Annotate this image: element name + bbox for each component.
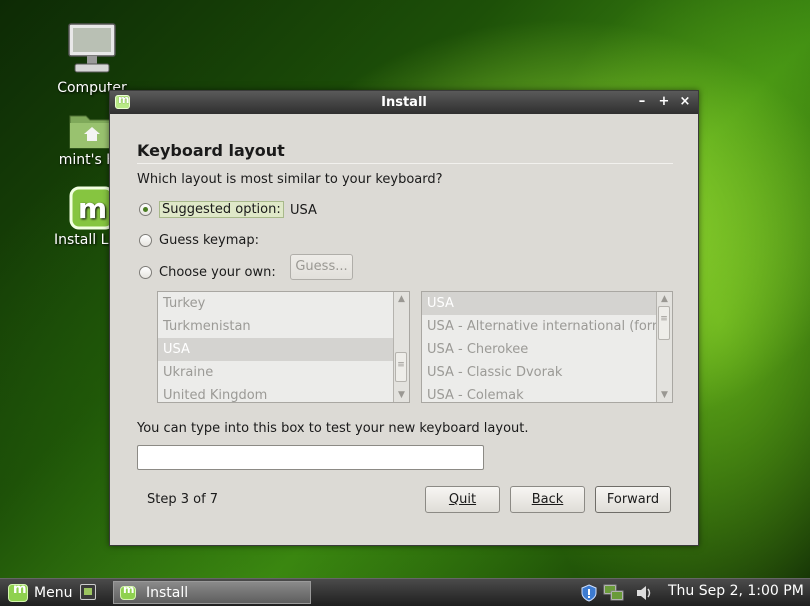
taskbar: Menu Install Thu Sep 2, 1:00 PM	[0, 578, 810, 606]
list-item[interactable]: USA - Cherokee	[422, 338, 656, 361]
choose-own-label[interactable]: Choose your own:	[159, 265, 276, 280]
scrollbar[interactable]: ▲ ≡ ▼	[656, 292, 672, 402]
radio-button[interactable]	[139, 234, 152, 247]
guess-button[interactable]: Guess...	[290, 254, 353, 280]
page-title: Keyboard layout	[137, 141, 285, 160]
variant-list[interactable]: USA USA - Alternative international (for…	[421, 291, 673, 403]
scroll-thumb[interactable]: ≡	[658, 306, 670, 340]
window-content: Keyboard layout Which layout is most sim…	[110, 114, 698, 545]
desktop-icon-computer[interactable]: Computer	[37, 22, 147, 96]
question-label: Which layout is most similar to your key…	[137, 172, 443, 187]
quit-button-label: Quit	[448, 492, 477, 507]
list-item[interactable]: USA - Colemak	[422, 384, 656, 402]
menu-button[interactable]: Menu	[8, 582, 72, 604]
scroll-up-icon[interactable]: ▲	[657, 292, 672, 306]
mint-app-icon	[120, 583, 136, 600]
list-item[interactable]: Ukraine	[158, 361, 393, 384]
list-item[interactable]: United Kingdom	[158, 384, 393, 402]
radio-button[interactable]	[139, 266, 152, 279]
list-item[interactable]: Turkey	[158, 292, 393, 315]
country-list[interactable]: Turkey Turkmenistan USA Ukraine United K…	[157, 291, 410, 403]
task-label: Install	[146, 584, 189, 601]
scrollbar[interactable]: ▲ ≡ ▼	[393, 292, 409, 402]
keyboard-test-input[interactable]	[137, 445, 484, 470]
radio-guess-keymap[interactable]: Guess keymap:	[139, 233, 259, 248]
quit-button[interactable]: Quit	[425, 486, 500, 513]
list-item[interactable]: Turkmenistan	[158, 315, 393, 338]
menu-label: Menu	[34, 585, 73, 601]
install-window: Install – + × Keyboard layout Which layo…	[109, 90, 699, 546]
suggested-option-label[interactable]: Suggested option:	[159, 201, 284, 218]
show-desktop-icon[interactable]	[80, 584, 96, 600]
mint-logo-icon	[8, 582, 28, 602]
close-icon[interactable]: ×	[677, 94, 693, 110]
forward-button[interactable]: Forward	[595, 486, 671, 513]
divider	[137, 163, 673, 164]
minimize-icon[interactable]: –	[634, 94, 650, 110]
list-item[interactable]: USA - Alternative international (forr	[422, 315, 656, 338]
radio-choose-own[interactable]: Choose your own:	[139, 265, 276, 280]
shield-icon[interactable]	[579, 582, 599, 604]
maximize-icon[interactable]: +	[656, 94, 672, 110]
scroll-down-icon[interactable]: ▼	[657, 388, 672, 402]
step-indicator: Step 3 of 7	[147, 492, 219, 507]
list-item-selected[interactable]: USA	[422, 292, 656, 315]
suggested-layout-value: USA	[290, 203, 317, 218]
window-titlebar[interactable]: Install – + ×	[110, 91, 698, 114]
back-button-label: Back	[531, 492, 564, 507]
volume-icon[interactable]	[634, 582, 654, 604]
svg-text:m: m	[78, 192, 107, 225]
back-button[interactable]: Back	[510, 486, 585, 513]
list-item[interactable]: USA - Classic Dvorak	[422, 361, 656, 384]
radio-button-checked[interactable]	[139, 203, 152, 216]
window-title: Install	[381, 95, 427, 110]
clock[interactable]: Thu Sep 2, 1:00 PM	[668, 583, 804, 599]
scroll-up-icon[interactable]: ▲	[394, 292, 409, 306]
test-box-label: You can type into this box to test your …	[137, 421, 529, 436]
forward-button-label: Forward	[606, 492, 660, 507]
scroll-down-icon[interactable]: ▼	[394, 388, 409, 402]
taskbar-window-install[interactable]: Install	[113, 581, 311, 604]
computer-icon	[68, 23, 116, 73]
scroll-thumb[interactable]: ≡	[395, 352, 407, 382]
list-item-selected[interactable]: USA	[158, 338, 393, 361]
radio-suggested-option[interactable]: Suggested option:	[139, 201, 284, 218]
guess-keymap-label[interactable]: Guess keymap:	[159, 233, 259, 248]
network-icon[interactable]	[603, 582, 625, 604]
